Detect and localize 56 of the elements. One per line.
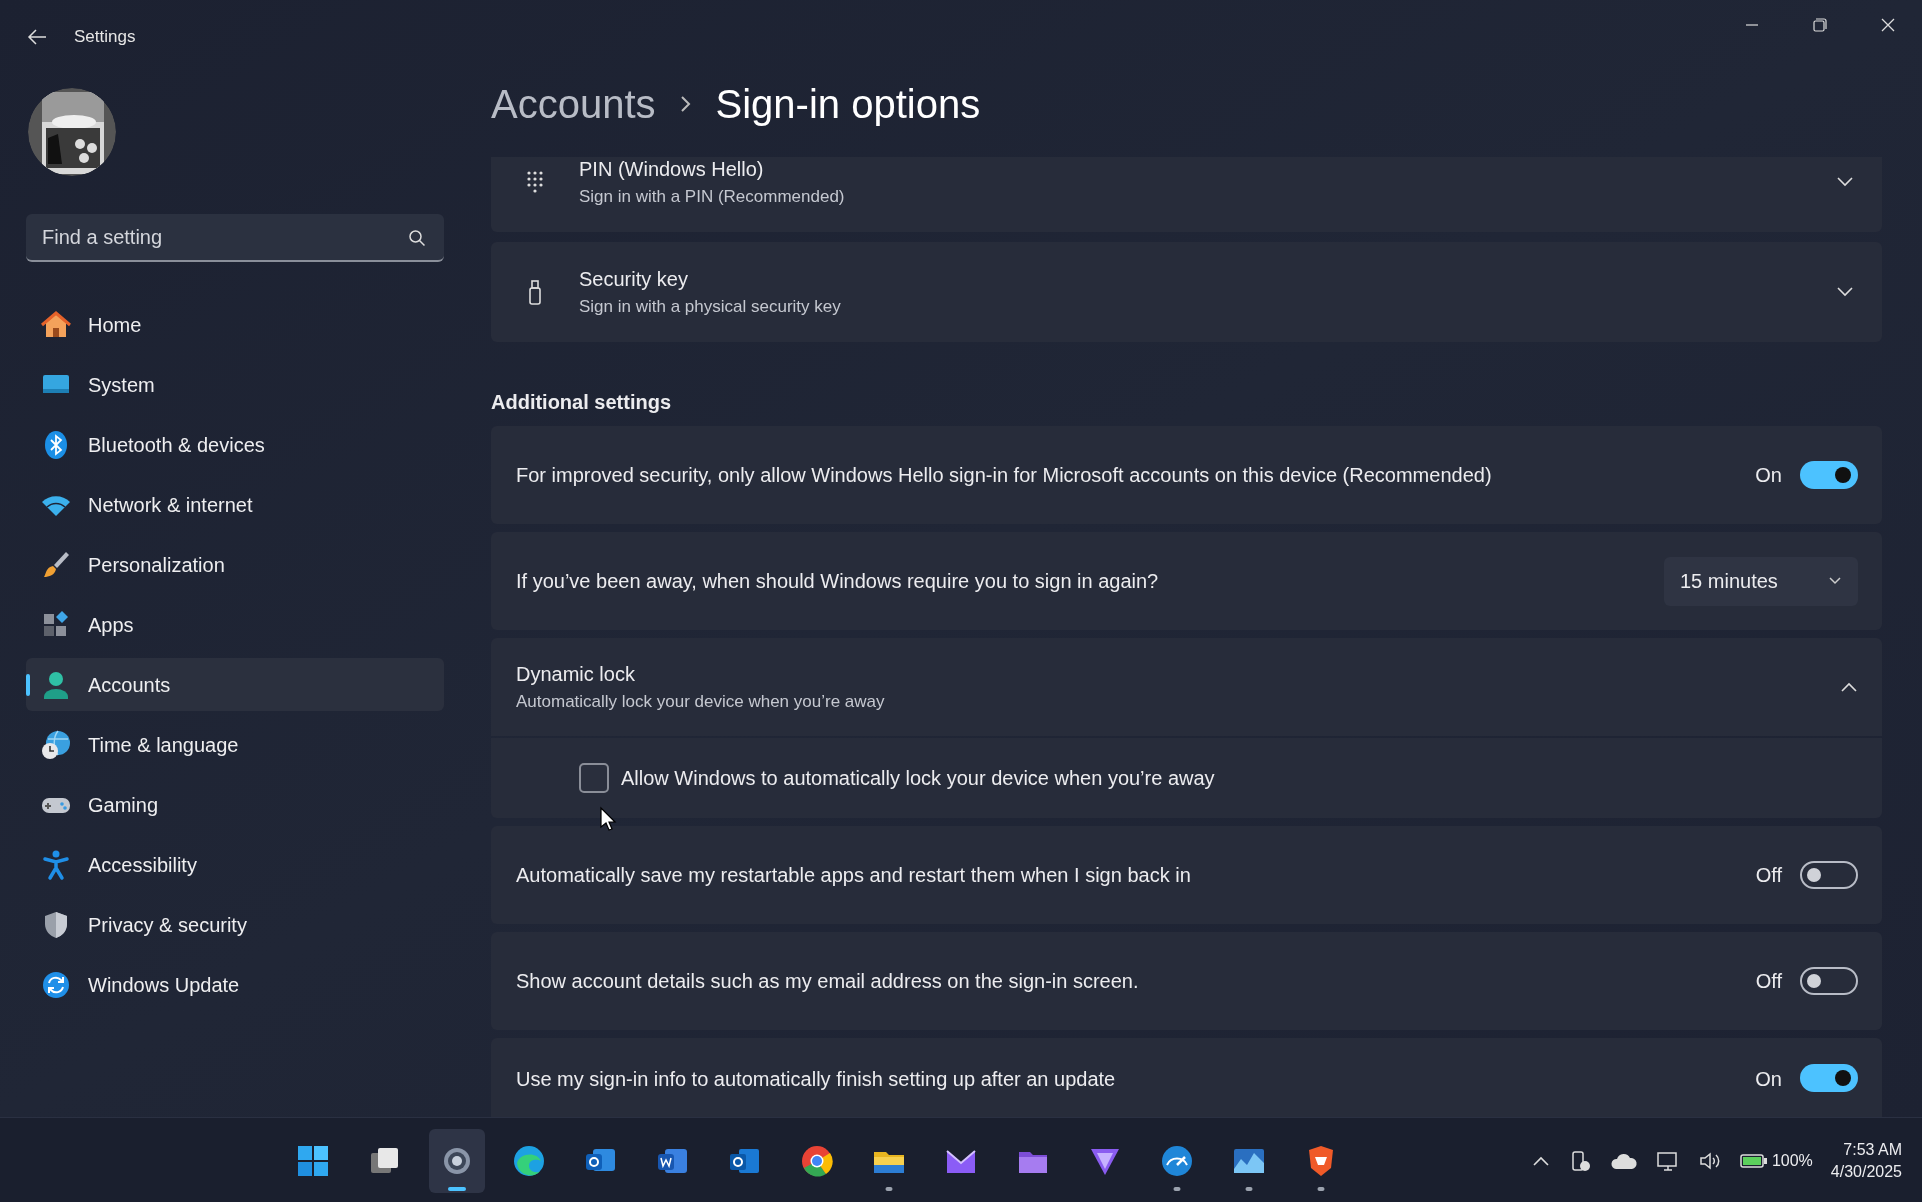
setting-title: Dynamic lock	[516, 662, 636, 688]
toggle-state-label: On	[1755, 1067, 1782, 1092]
page-title: Sign-in options	[715, 80, 981, 128]
toggle-switch[interactable]	[1800, 861, 1858, 889]
setting-label: For improved security, only allow Windows Hello sign-in for Microsoft accounts on this device (Recommended)	[516, 463, 1493, 488]
setting-label: Automatically save my restartable apps and restart them when I sign back in	[516, 863, 1192, 888]
window-title: Settings	[74, 26, 136, 49]
chevron-up-icon[interactable]	[1840, 681, 1858, 693]
setting-row[interactable]: Dynamic lock Automatically lock your device when you’re away	[491, 638, 1882, 736]
globe-clock-icon	[40, 728, 72, 761]
taskbar-app[interactable]	[429, 1128, 485, 1193]
toggle-state-label: Off	[1755, 863, 1782, 888]
chevron-down-icon[interactable]	[1836, 286, 1854, 298]
nav-item[interactable]: Home	[26, 298, 444, 351]
sign-in-option-card[interactable]: Security key Sign in with a physical security key	[491, 242, 1882, 342]
nav-item[interactable]: Network & internet	[26, 478, 444, 531]
nav-item[interactable]: Time & language	[26, 718, 444, 771]
nav-item[interactable]: Personalization	[26, 538, 444, 591]
option-title: PIN (Windows Hello)	[579, 157, 765, 183]
mouse-pointer-icon	[599, 806, 617, 832]
dropdown[interactable]: 15 minutes	[1664, 556, 1858, 606]
toggle-switch[interactable]	[1800, 967, 1858, 995]
nav-item[interactable]: Accounts	[26, 658, 444, 711]
nav-item[interactable]: Privacy & security	[26, 898, 444, 951]
search-icon	[408, 229, 426, 247]
breadcrumb-link[interactable]: Accounts	[491, 73, 656, 134]
battery-icon[interactable]	[1739, 1151, 1768, 1170]
selection-indicator	[26, 674, 30, 696]
nav-item[interactable]: Bluetooth & devices	[26, 418, 444, 471]
setting-label: Use my sign-in info to automatically finish setting up after an update	[516, 1067, 1117, 1092]
nav-item[interactable]: Windows Update	[26, 958, 444, 1011]
nav-item[interactable]: Gaming	[26, 778, 444, 831]
toggle-switch[interactable]	[1800, 461, 1858, 489]
option-description: Sign in with a physical security key	[579, 296, 842, 319]
chevron-down-icon	[1828, 576, 1842, 586]
search-field[interactable]: Find a setting	[26, 214, 444, 262]
section-heading: Additional settings	[491, 390, 672, 414]
nav-item[interactable]: Apps	[26, 598, 444, 651]
setting-label: If you’ve been away, when should Windows require you to sign in again?	[516, 569, 1160, 594]
toggle-state-label: Off	[1755, 969, 1782, 994]
sign-in-option-card[interactable]: PIN (Windows Hello) Sign in with a PIN (Recommended)	[491, 157, 1882, 232]
setting-label: Show account details such as my email address on the sign-in screen.	[516, 969, 1140, 994]
clock[interactable]: 7:53 AM 4/30/2025	[1830, 1138, 1902, 1183]
checkbox-label: Allow Windows to automatically lock your device when you’re away	[621, 766, 1215, 791]
nav-item[interactable]: System	[26, 358, 444, 411]
checkbox[interactable]	[579, 763, 609, 793]
nav-item[interactable]: Accessibility	[26, 838, 444, 891]
option-description: Sign in with a PIN (Recommended)	[579, 186, 846, 209]
toggle-state-label: On	[1755, 463, 1782, 488]
option-title: Security key	[579, 267, 689, 293]
setting-description: Automatically lock your device when you’re away	[516, 691, 886, 714]
battery-percentage: 100%	[1771, 1150, 1813, 1171]
chevron-up-icon[interactable]	[1531, 1154, 1550, 1167]
toggle-switch[interactable]	[1800, 1064, 1858, 1092]
chevron-down-icon[interactable]	[1836, 176, 1854, 188]
accessibility-icon	[40, 848, 72, 881]
